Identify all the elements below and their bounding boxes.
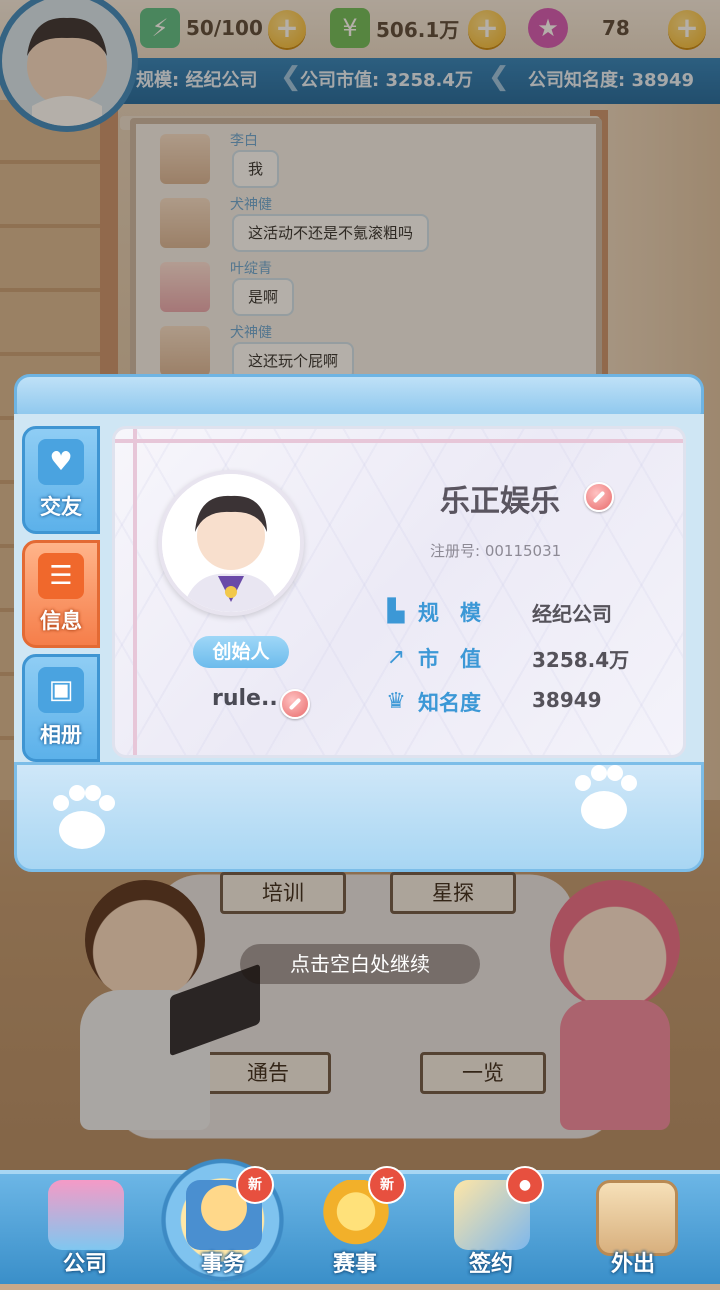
building-icon: ▙ (387, 599, 405, 624)
info-list-icon: ☰ (38, 553, 84, 599)
new-badge: 新 (236, 1166, 274, 1204)
tab-label: 相册 (40, 723, 82, 747)
nav-label: 事务 (200, 1252, 245, 1277)
nav-company[interactable]: 公司 (30, 1180, 140, 1280)
stat-value-scale: 经纪公司 (532, 602, 612, 626)
heart-chat-icon: ♥ (38, 439, 84, 485)
company-name: 乐正娱乐 (440, 484, 560, 519)
nav-label: 外出 (610, 1252, 655, 1277)
dialog-header (14, 374, 704, 418)
company-avatar[interactable] (158, 470, 304, 616)
stat-value-market-value: 3258.4万 (532, 648, 630, 672)
paw-icon (569, 765, 639, 835)
stat-label-fame: 知名度 (418, 691, 481, 715)
tab-label: 交友 (40, 495, 82, 519)
nav-label: 公司 (62, 1252, 107, 1277)
trend-up-icon: ↗ (386, 645, 406, 670)
edit-company-name-icon[interactable] (584, 482, 614, 512)
continue-hint: 点击空白处继续 (240, 944, 480, 984)
stat-label-market-value: 市 值 (418, 647, 481, 671)
nav-go-out[interactable]: 外出 (578, 1180, 688, 1280)
nav-label: 签约 (468, 1252, 513, 1277)
edit-name-icon[interactable] (280, 689, 310, 719)
dialog-footer (14, 762, 704, 872)
tab-info[interactable]: ☰ 信息 (22, 540, 100, 648)
tab-album[interactable]: ▣ 相册 (22, 654, 100, 762)
company-building-icon (48, 1180, 124, 1250)
photo-icon: ▣ (38, 667, 84, 713)
stat-label-scale: 规 模 (418, 601, 481, 625)
paw-icon (47, 785, 117, 855)
crown-icon: ♛ (386, 689, 406, 714)
founder-badge: 创始人 (193, 636, 289, 668)
nav-label: 赛事 (332, 1252, 377, 1277)
registration-number: 注册号: 00115031 (430, 542, 562, 560)
new-badge: 新 (368, 1166, 406, 1204)
door-exit-icon (596, 1180, 678, 1256)
owner-name: rule.. (212, 686, 278, 711)
person-alert-icon: ● (506, 1166, 544, 1204)
tab-label: 信息 (40, 609, 82, 633)
tab-friends[interactable]: ♥ 交友 (22, 426, 100, 534)
stat-value-fame: 38949 (532, 688, 602, 712)
